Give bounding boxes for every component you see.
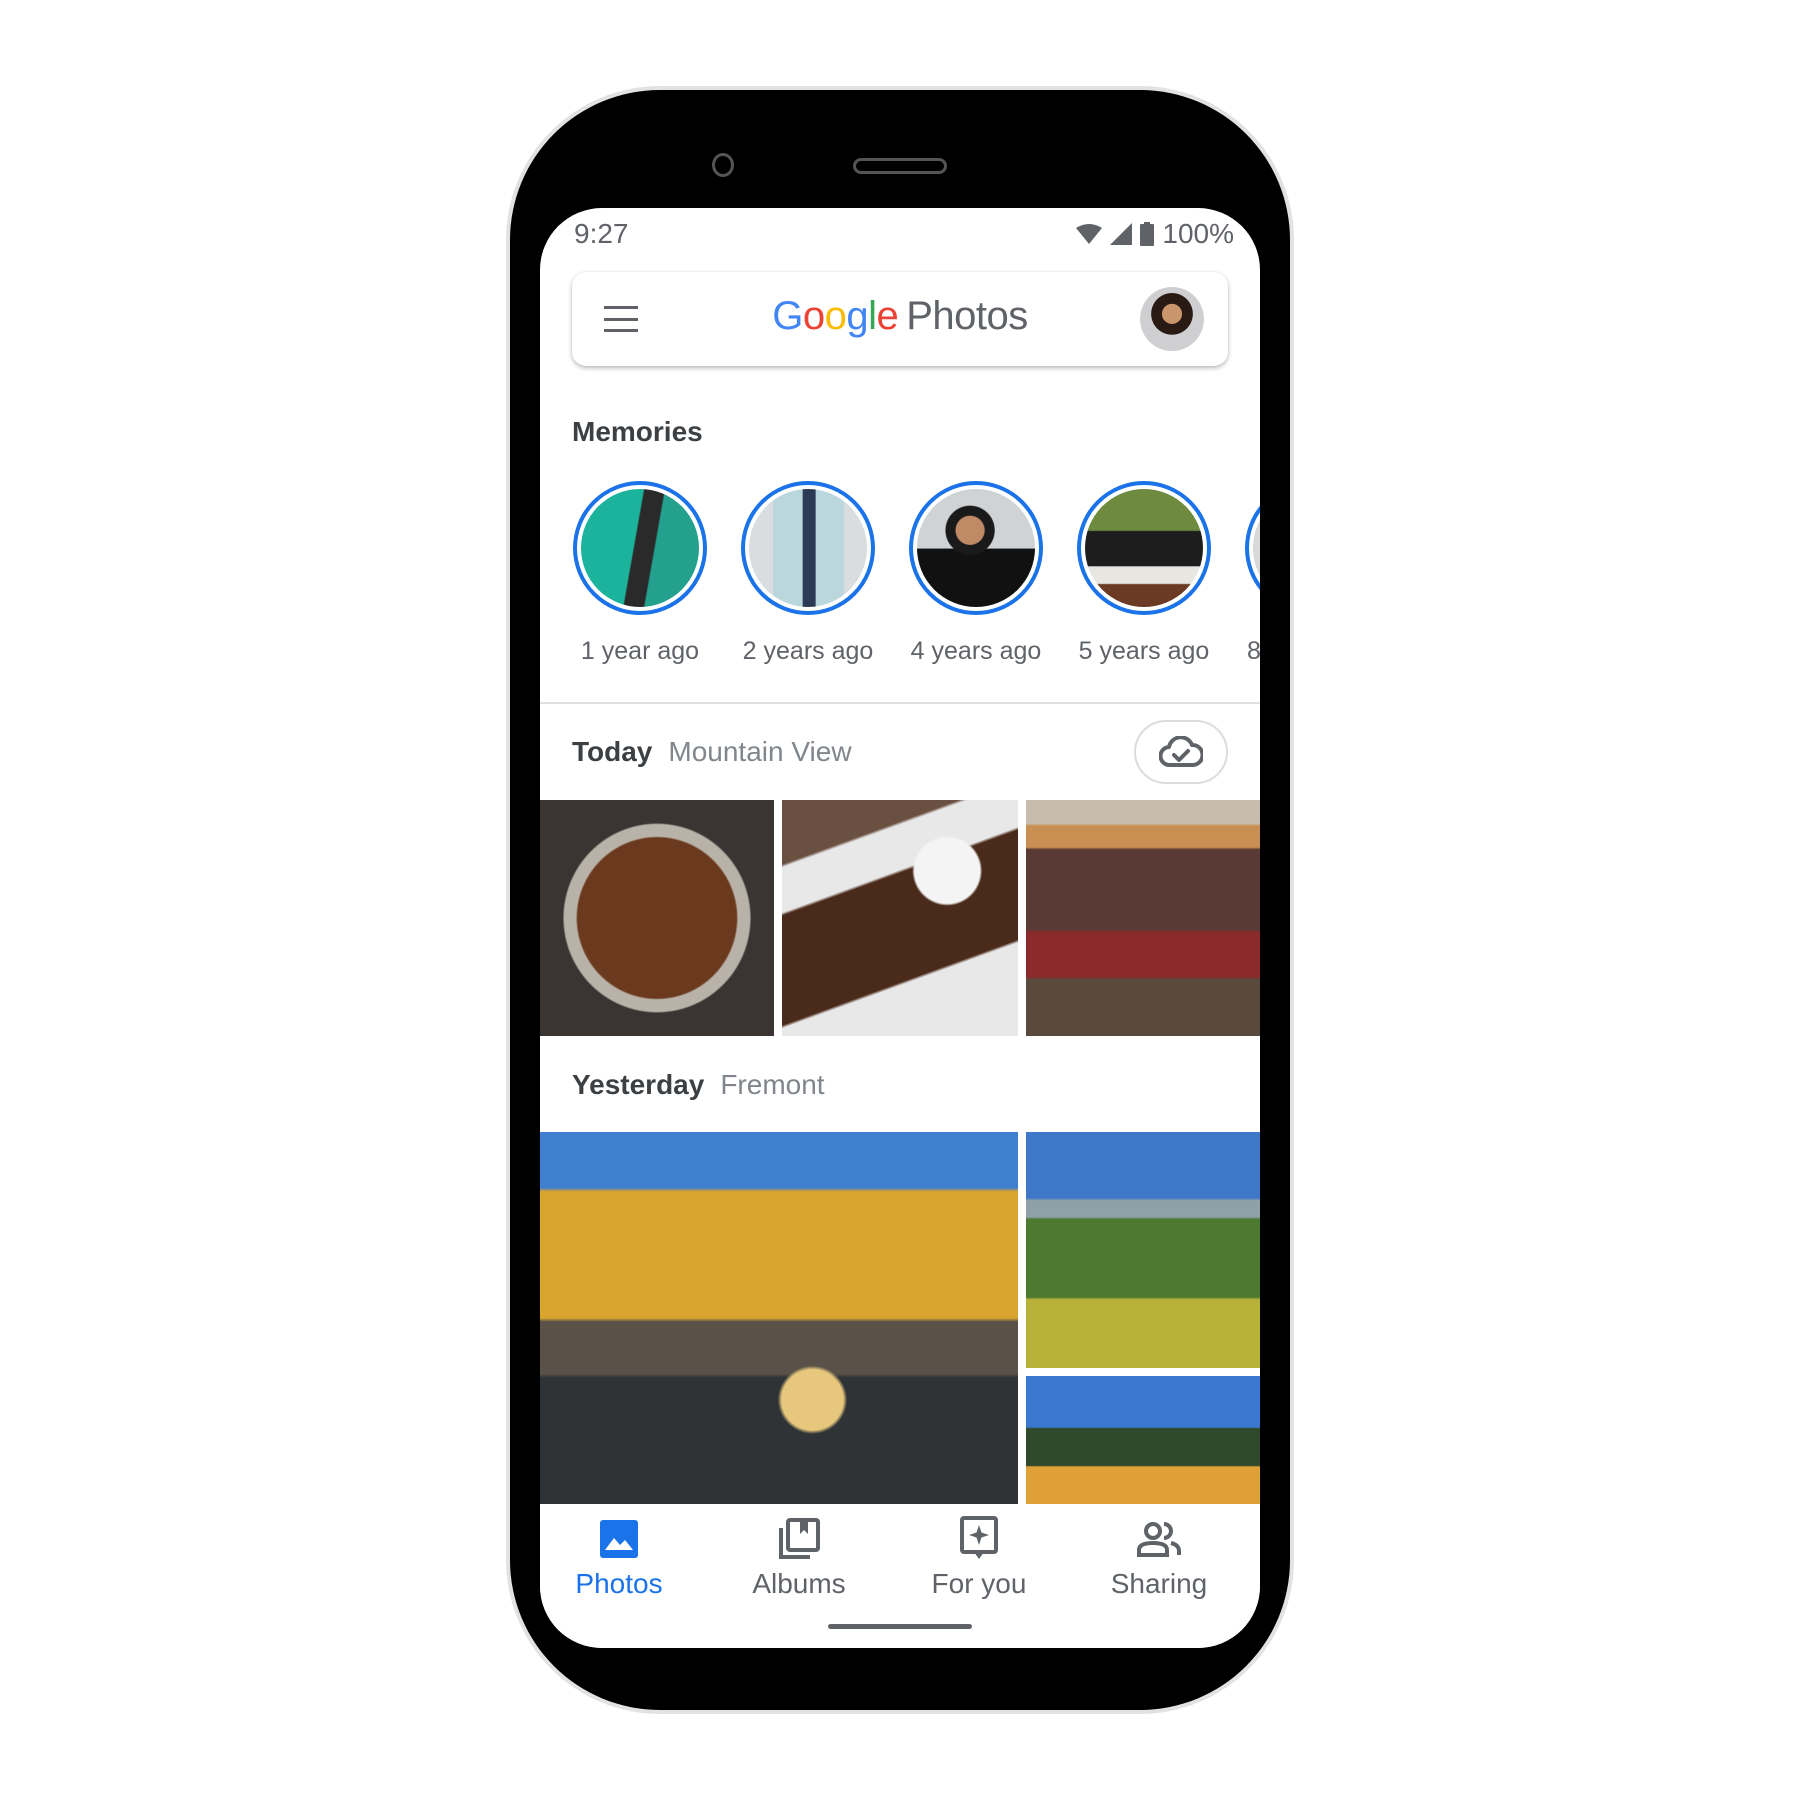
nav-label: Sharing xyxy=(1110,1568,1208,1599)
memories-title: Memories xyxy=(572,416,703,447)
battery-icon xyxy=(1140,222,1155,246)
cloud-backup-done-icon xyxy=(1159,736,1203,767)
nav-for-you[interactable]: For you xyxy=(889,1516,1069,1600)
app-header: Google Photos xyxy=(572,272,1228,366)
memory-label: 4 years ago xyxy=(910,637,1042,665)
status-icons: 100% xyxy=(1076,218,1234,250)
photo-tile[interactable] xyxy=(1026,1376,1260,1504)
memory-item[interactable]: 5 years ago xyxy=(1077,481,1211,666)
memory-item[interactable]: 8 xyxy=(1245,481,1260,666)
place-label: Fremont xyxy=(720,1069,825,1100)
memory-item[interactable]: 2 years ago xyxy=(741,481,875,666)
place-label: Mountain View xyxy=(668,736,852,767)
photo-tile[interactable] xyxy=(540,1132,1018,1504)
nav-label: Photos xyxy=(575,1568,663,1599)
date-header-yesterday: Yesterday Fremont xyxy=(572,1069,825,1101)
logo-letter: o xyxy=(802,294,825,338)
backup-status-button[interactable] xyxy=(1134,720,1228,784)
memory-label: 8 xyxy=(1247,637,1260,665)
earpiece-speaker xyxy=(853,158,947,174)
for-you-icon xyxy=(960,1516,998,1559)
logo-product-name: Photos xyxy=(906,294,1028,338)
nav-sharing[interactable]: Sharing xyxy=(1069,1516,1249,1600)
photo-tile[interactable] xyxy=(540,800,774,1036)
memory-label: 5 years ago xyxy=(1078,637,1210,665)
status-time: 9:27 xyxy=(574,218,629,249)
nav-label: Albums xyxy=(752,1568,846,1599)
memory-thumbnail xyxy=(1085,489,1203,607)
logo-letter: o xyxy=(824,294,847,338)
memory-label: 1 year ago xyxy=(580,637,700,665)
account-avatar[interactable] xyxy=(1140,287,1204,351)
cellular-signal-icon xyxy=(1110,223,1133,245)
memory-item[interactable]: 4 years ago xyxy=(909,481,1043,666)
wifi-icon xyxy=(1076,224,1103,244)
memory-item[interactable]: 1 year ago xyxy=(573,481,707,666)
date-label: Today xyxy=(572,736,653,767)
memory-thumbnail xyxy=(917,489,1035,607)
logo-letter: e xyxy=(876,294,899,338)
photo-tile[interactable] xyxy=(782,800,1018,1036)
memory-thumbnail xyxy=(749,489,867,607)
home-gesture-bar[interactable] xyxy=(828,1624,972,1629)
logo-letter: G xyxy=(772,294,803,338)
date-label: Yesterday xyxy=(572,1069,705,1100)
albums-icon xyxy=(779,1518,820,1559)
phone-screen: 9:27 100% Google Photos Memories 1 year a… xyxy=(540,208,1260,1648)
sharing-icon xyxy=(1137,1522,1181,1557)
section-divider xyxy=(540,702,1260,704)
battery-percent: 100% xyxy=(1162,218,1234,249)
photo-tile[interactable] xyxy=(1026,1132,1260,1368)
photo-tile[interactable] xyxy=(1026,800,1260,1036)
logo-letter: g xyxy=(846,294,869,338)
nav-label: For you xyxy=(931,1568,1027,1599)
nav-photos[interactable]: Photos xyxy=(540,1516,709,1600)
photo-icon xyxy=(600,1520,638,1558)
front-camera xyxy=(712,153,734,177)
memory-label: 2 years ago xyxy=(742,637,874,665)
google-photos-logo: Google Photos xyxy=(572,294,1228,339)
date-header-today: Today Mountain View xyxy=(572,736,852,768)
nav-albums[interactable]: Albums xyxy=(709,1516,889,1600)
memory-thumbnail xyxy=(581,489,699,607)
memory-thumbnail xyxy=(1253,489,1260,607)
